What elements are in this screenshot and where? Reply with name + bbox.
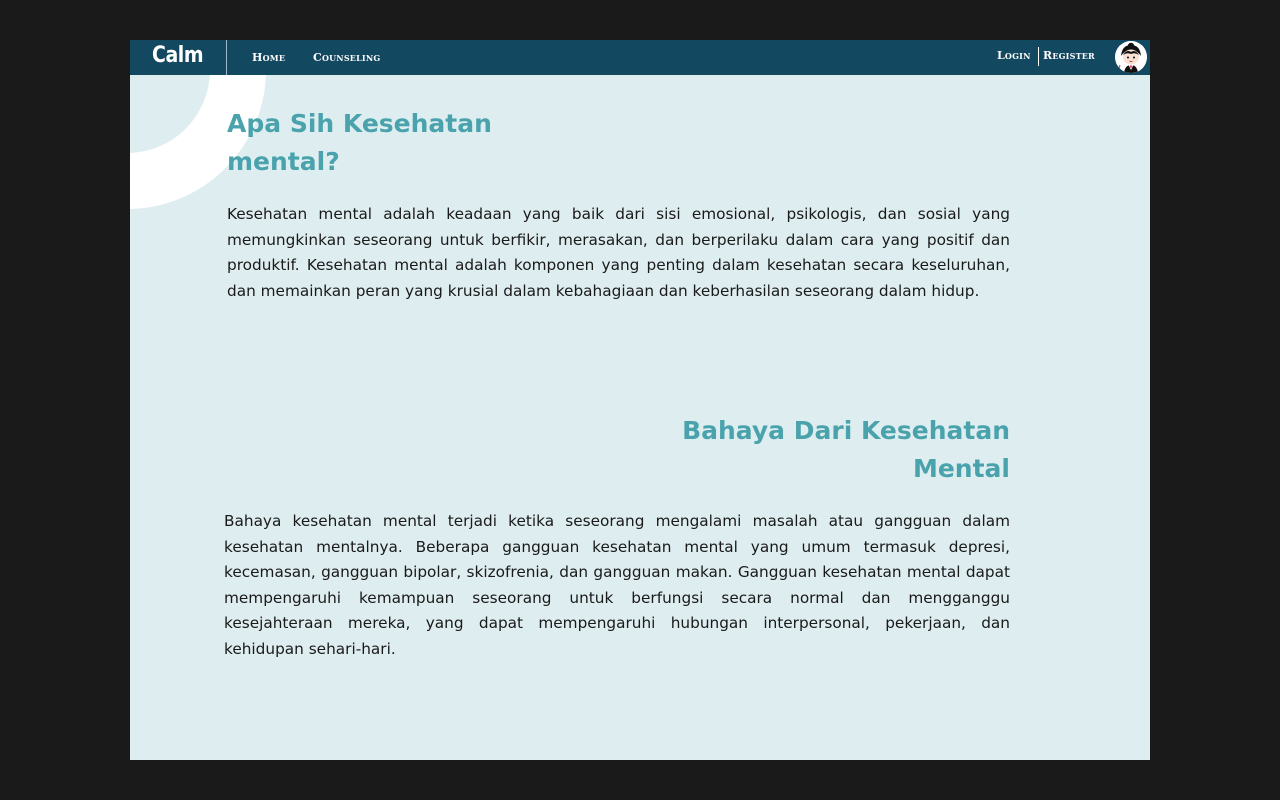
page-frame: Calm Home Counseling Login Register Apa … bbox=[130, 40, 1150, 760]
navbar: Calm Home Counseling Login Register bbox=[130, 40, 1150, 75]
login-link[interactable]: Login bbox=[997, 49, 1031, 62]
heading-line: mental? bbox=[227, 147, 340, 176]
heading-line: Apa Sih Kesehatan bbox=[227, 109, 492, 138]
nav-divider bbox=[226, 40, 227, 75]
nav-link-counseling[interactable]: Counseling bbox=[313, 51, 380, 64]
section-heading: Bahaya Dari Kesehatan Mental bbox=[660, 412, 1010, 488]
heading-line: Bahaya Dari Kesehatan bbox=[682, 416, 1010, 445]
heading-line: Mental bbox=[912, 454, 1010, 483]
auth-divider bbox=[1038, 47, 1039, 66]
user-avatar-icon[interactable] bbox=[1115, 41, 1147, 73]
section-heading: Apa Sih Kesehatan mental? bbox=[227, 105, 527, 181]
register-link[interactable]: Register bbox=[1043, 49, 1095, 62]
nav-link-home[interactable]: Home bbox=[252, 51, 285, 64]
section-paragraph: Bahaya kesehatan mental terjadi ketika s… bbox=[224, 512, 1010, 658]
section-paragraph: Kesehatan mental adalah keadaan yang bai… bbox=[227, 205, 1010, 300]
brand-logo[interactable]: Calm bbox=[152, 43, 204, 68]
